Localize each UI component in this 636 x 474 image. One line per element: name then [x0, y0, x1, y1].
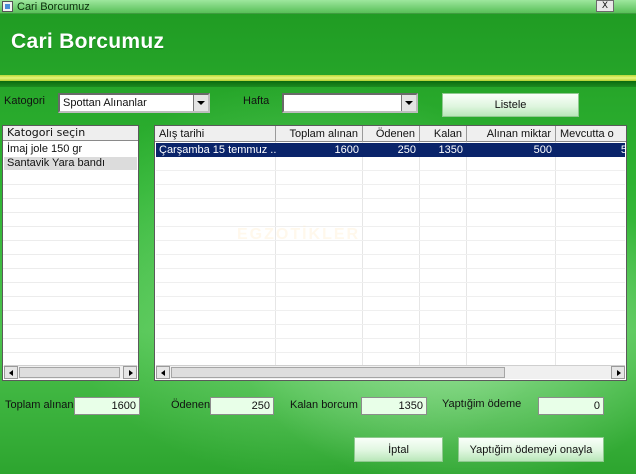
- confirm-payment-button[interactable]: Yaptığim ödemeyi onayla: [458, 437, 604, 462]
- scroll-thumb[interactable]: [171, 367, 505, 378]
- title-bar[interactable]: Cari Borcumuz X: [0, 0, 636, 14]
- cancel-button[interactable]: İptal: [354, 437, 443, 462]
- row-divider: [3, 282, 138, 283]
- remaining-label: Kalan borcum: [290, 399, 358, 411]
- table-cell: 1600: [334, 144, 359, 156]
- column-header[interactable]: Alınan miktar: [467, 126, 556, 142]
- row-divider: [156, 170, 625, 171]
- category-list-header: Katogori seçin: [3, 126, 138, 141]
- row-divider: [3, 212, 138, 213]
- column-header[interactable]: Mevcutta o: [556, 126, 626, 142]
- table-cell: 5: [620, 144, 627, 156]
- row-divider: [156, 184, 625, 185]
- window-title: Cari Borcumuz: [17, 1, 90, 13]
- total-field: 1600: [74, 397, 140, 415]
- row-divider: [156, 212, 625, 213]
- row-divider: [3, 254, 138, 255]
- list-item[interactable]: İmaj jole 150 gr: [4, 143, 137, 156]
- scroll-left-icon[interactable]: [4, 366, 18, 379]
- app-window: Cari Borcumuz X Cari Borcumuz Katogori S…: [0, 0, 636, 474]
- scroll-right-icon[interactable]: [123, 366, 137, 379]
- header-divider-dark: [0, 81, 636, 87]
- row-divider: [3, 338, 138, 339]
- row-divider: [156, 324, 625, 325]
- category-select-value: Spottan Alınanlar: [63, 97, 147, 109]
- week-select[interactable]: [282, 93, 418, 113]
- row-divider: [156, 198, 625, 199]
- row-divider: [3, 296, 138, 297]
- row-divider: [156, 240, 625, 241]
- purchase-grid[interactable]: Alış tarihi Toplam alınan Ödenen Kalan Alına…: [154, 125, 627, 381]
- scroll-thumb[interactable]: [19, 367, 120, 378]
- row-divider: [156, 226, 625, 227]
- category-listbox[interactable]: Katogori seçin İmaj jole 150 gr Santavik …: [2, 125, 139, 381]
- row-divider: [3, 268, 138, 269]
- category-label: Katogori: [4, 95, 45, 107]
- close-button[interactable]: X: [596, 0, 614, 12]
- row-divider: [3, 310, 138, 311]
- scroll-left-icon[interactable]: [156, 366, 170, 379]
- table-row[interactable]: Çarşamba 15 temmuz ... 1600 250 1350 500 5: [156, 143, 627, 157]
- my-payment-label: Yaptığim ödeme: [442, 398, 522, 410]
- row-divider: [3, 324, 138, 325]
- remaining-field: 1350: [361, 397, 427, 415]
- row-divider: [3, 198, 138, 199]
- column-header[interactable]: Kalan: [420, 126, 467, 142]
- app-icon: [2, 1, 13, 12]
- row-divider: [156, 296, 625, 297]
- table-cell: Çarşamba 15 temmuz ...: [159, 144, 277, 156]
- watermark-logo: EGZOTİKLER: [237, 226, 361, 243]
- row-divider: [3, 226, 138, 227]
- paid-field: 250: [210, 397, 274, 415]
- row-divider: [156, 338, 625, 339]
- week-label: Hafta: [243, 95, 270, 107]
- table-cell: 250: [397, 144, 416, 156]
- category-hscrollbar[interactable]: [4, 365, 137, 379]
- chevron-down-icon[interactable]: [193, 95, 208, 111]
- column-header[interactable]: Toplam alınan: [276, 126, 363, 142]
- grid-hscrollbar[interactable]: [156, 365, 625, 379]
- list-button[interactable]: Listele: [442, 93, 579, 117]
- column-header[interactable]: Ödenen: [363, 126, 420, 142]
- row-divider: [156, 268, 625, 269]
- paid-label: Ödenen: [171, 399, 211, 411]
- grid-header: Alış tarihi Toplam alınan Ödenen Kalan Alına…: [155, 126, 626, 142]
- column-header[interactable]: Alış tarihi: [155, 126, 276, 142]
- row-divider: [156, 352, 625, 353]
- scroll-right-icon[interactable]: [611, 366, 625, 379]
- row-divider: [3, 184, 138, 185]
- row-divider: [3, 352, 138, 353]
- my-payment-input[interactable]: 0: [538, 397, 604, 415]
- chevron-down-icon[interactable]: [401, 95, 416, 111]
- table-cell: 1350: [438, 144, 463, 156]
- total-label: Toplam alınan: [5, 399, 74, 411]
- row-divider: [3, 240, 138, 241]
- row-divider: [156, 282, 625, 283]
- list-item[interactable]: Santavik Yara bandı: [4, 157, 137, 170]
- row-divider: [156, 254, 625, 255]
- category-select[interactable]: Spottan Alınanlar: [58, 93, 210, 113]
- table-cell: 500: [533, 144, 552, 156]
- row-divider: [156, 310, 625, 311]
- page-title: Cari Borcumuz: [11, 30, 165, 53]
